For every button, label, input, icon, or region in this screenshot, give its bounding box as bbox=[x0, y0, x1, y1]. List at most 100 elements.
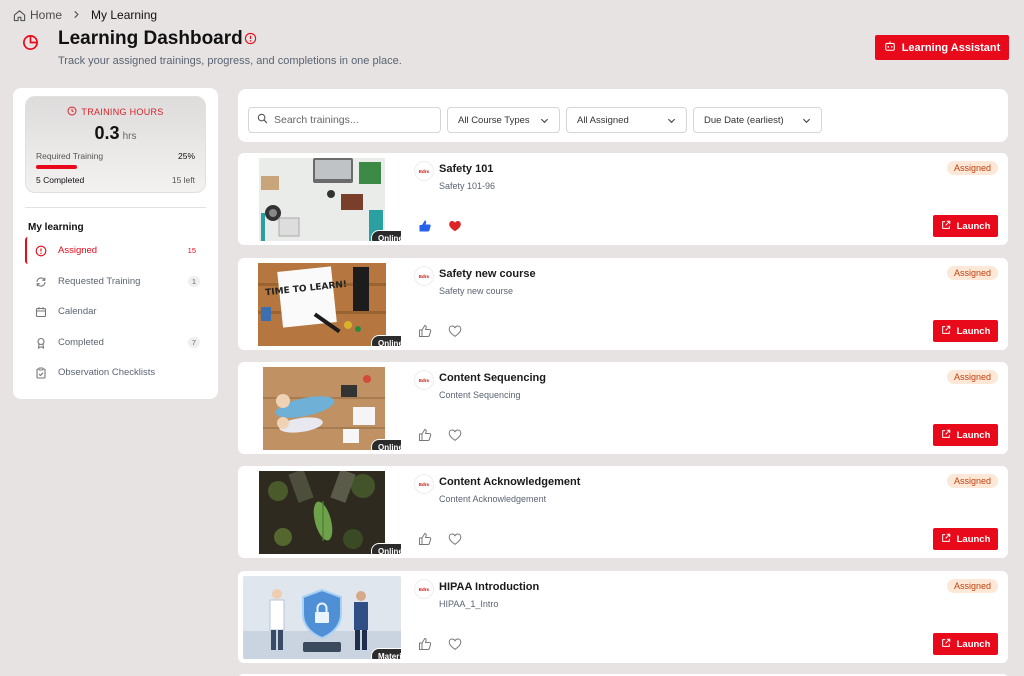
format-badge: Online bbox=[371, 439, 401, 450]
launch-button[interactable]: Launch bbox=[933, 320, 998, 342]
search-input[interactable] bbox=[274, 114, 424, 126]
course-thumbnail[interactable]: Online bbox=[243, 367, 401, 450]
thumbs-up-icon[interactable] bbox=[418, 428, 432, 442]
heart-icon[interactable] bbox=[448, 532, 462, 546]
status-badge: Assigned bbox=[946, 161, 998, 175]
info-icon[interactable] bbox=[244, 32, 257, 45]
course-card: TIME TO LEARN! Online Edrs Safety new co… bbox=[238, 258, 1008, 350]
hours-unit: hrs bbox=[122, 131, 137, 142]
heart-icon[interactable] bbox=[448, 428, 462, 442]
course-thumbnail[interactable]: Online bbox=[243, 471, 401, 554]
external-link-icon bbox=[941, 220, 951, 233]
breadcrumb-home-link[interactable]: Home bbox=[30, 8, 62, 22]
chevron-down-icon bbox=[802, 116, 811, 125]
format-badge: Online bbox=[371, 543, 401, 554]
heart-icon[interactable] bbox=[448, 324, 462, 338]
provider-logo: Edrs bbox=[415, 475, 433, 493]
launch-button[interactable]: Launch bbox=[933, 633, 998, 655]
launch-button[interactable]: Launch bbox=[933, 424, 998, 446]
course-thumbnail[interactable]: Material bbox=[243, 576, 401, 659]
count-badge: 1 bbox=[187, 276, 200, 287]
format-badge: Online bbox=[371, 230, 401, 241]
search-box bbox=[248, 107, 441, 133]
filter-bar: All Course Types All Assigned Due Date (… bbox=[238, 89, 1008, 142]
remaining-count: 15 left bbox=[171, 175, 195, 185]
calendar-icon bbox=[35, 306, 47, 318]
course-card: Online Edrs Content Sequencing Content S… bbox=[238, 362, 1008, 454]
sidebar: TRAINING HOURS 0.3 hrs Required Training … bbox=[13, 88, 218, 399]
format-badge: Material bbox=[371, 648, 401, 659]
launch-label: Launch bbox=[956, 638, 991, 650]
launch-label: Launch bbox=[956, 429, 991, 441]
assigned-select[interactable]: All Assigned bbox=[566, 107, 687, 133]
status-badge: Assigned bbox=[946, 266, 998, 280]
course-card: Online Edrs Content Acknowledgement Cont… bbox=[238, 466, 1008, 558]
sidebar-item-assigned[interactable]: Assigned 15 bbox=[25, 237, 206, 264]
clipboard-check-icon bbox=[35, 367, 47, 379]
course-title[interactable]: Safety new course bbox=[439, 268, 536, 280]
training-hours-label: TRAINING HOURS bbox=[81, 107, 164, 117]
sidebar-item-label: Requested Training bbox=[58, 276, 141, 287]
sidebar-item-label: Observation Checklists bbox=[58, 367, 156, 378]
course-title[interactable]: Content Sequencing bbox=[439, 372, 546, 384]
sidebar-item-calendar[interactable]: Calendar bbox=[25, 298, 206, 325]
external-link-icon bbox=[941, 325, 951, 338]
external-link-icon bbox=[941, 533, 951, 546]
sort-select[interactable]: Due Date (earliest) bbox=[693, 107, 822, 133]
home-icon[interactable] bbox=[13, 9, 26, 22]
status-badge: Assigned bbox=[946, 474, 998, 488]
launch-button[interactable]: Launch bbox=[933, 528, 998, 550]
hours-number: 0.3 bbox=[94, 123, 120, 143]
heart-icon[interactable] bbox=[448, 637, 462, 651]
breadcrumb: Home My Learning bbox=[13, 8, 157, 22]
my-learning-heading: My learning bbox=[28, 222, 84, 233]
sidebar-item-completed[interactable]: Completed 7 bbox=[25, 329, 206, 356]
learning-assistant-label: Learning Assistant bbox=[901, 41, 1001, 54]
provider-logo: Edrs bbox=[415, 267, 433, 285]
completed-count: 5 Completed bbox=[36, 175, 85, 185]
thumbs-up-icon[interactable] bbox=[418, 219, 432, 233]
heart-icon[interactable] bbox=[448, 219, 462, 233]
thumbs-up-icon[interactable] bbox=[418, 637, 432, 651]
count-badge: 15 bbox=[187, 246, 196, 255]
course-card: Material Edrs HIPAA Introduction HIPAA_1… bbox=[238, 571, 1008, 663]
sort-value: Due Date (earliest) bbox=[704, 114, 784, 126]
chevron-down-icon bbox=[540, 116, 549, 125]
sidebar-item-requested-training[interactable]: Requested Training 1 bbox=[25, 268, 206, 295]
external-link-icon bbox=[941, 429, 951, 442]
required-training-label: Required Training bbox=[36, 151, 104, 161]
page-subtitle: Track your assigned trainings, progress,… bbox=[58, 55, 402, 67]
thumbs-up-icon[interactable] bbox=[418, 324, 432, 338]
robot-icon bbox=[884, 40, 896, 55]
clock-icon bbox=[67, 106, 77, 118]
refresh-icon bbox=[35, 276, 47, 288]
training-hours-value: 0.3 hrs bbox=[26, 123, 205, 144]
course-code: Safety 101-96 bbox=[439, 181, 496, 191]
page-title: Learning Dashboard bbox=[58, 28, 243, 49]
launch-button[interactable]: Launch bbox=[933, 215, 998, 237]
course-code: Content Sequencing bbox=[439, 390, 521, 400]
course-thumbnail[interactable]: TIME TO LEARN! Online bbox=[243, 263, 401, 346]
alert-circle-icon bbox=[35, 245, 47, 257]
provider-logo: Edrs bbox=[415, 162, 433, 180]
course-type-value: All Course Types bbox=[458, 114, 530, 126]
course-title[interactable]: Content Acknowledgement bbox=[439, 476, 580, 488]
sidebar-item-observation-checklists[interactable]: Observation Checklists bbox=[25, 359, 206, 386]
course-title[interactable]: HIPAA Introduction bbox=[439, 581, 539, 593]
course-type-select[interactable]: All Course Types bbox=[447, 107, 560, 133]
chevron-down-icon bbox=[667, 116, 676, 125]
assigned-value: All Assigned bbox=[577, 114, 629, 126]
breadcrumb-current: My Learning bbox=[91, 8, 158, 22]
sidebar-item-label: Calendar bbox=[58, 306, 97, 317]
award-icon bbox=[35, 337, 47, 349]
sidebar-item-label: Completed bbox=[58, 337, 104, 348]
search-icon bbox=[257, 111, 268, 129]
course-thumbnail[interactable]: Online bbox=[243, 158, 401, 241]
provider-logo: Edrs bbox=[415, 580, 433, 598]
external-link-icon bbox=[941, 638, 951, 651]
learning-assistant-button[interactable]: Learning Assistant bbox=[875, 35, 1009, 60]
launch-label: Launch bbox=[956, 325, 991, 337]
thumbs-up-icon[interactable] bbox=[418, 532, 432, 546]
required-training-progress-bar bbox=[36, 165, 77, 169]
course-title[interactable]: Safety 101 bbox=[439, 163, 493, 175]
